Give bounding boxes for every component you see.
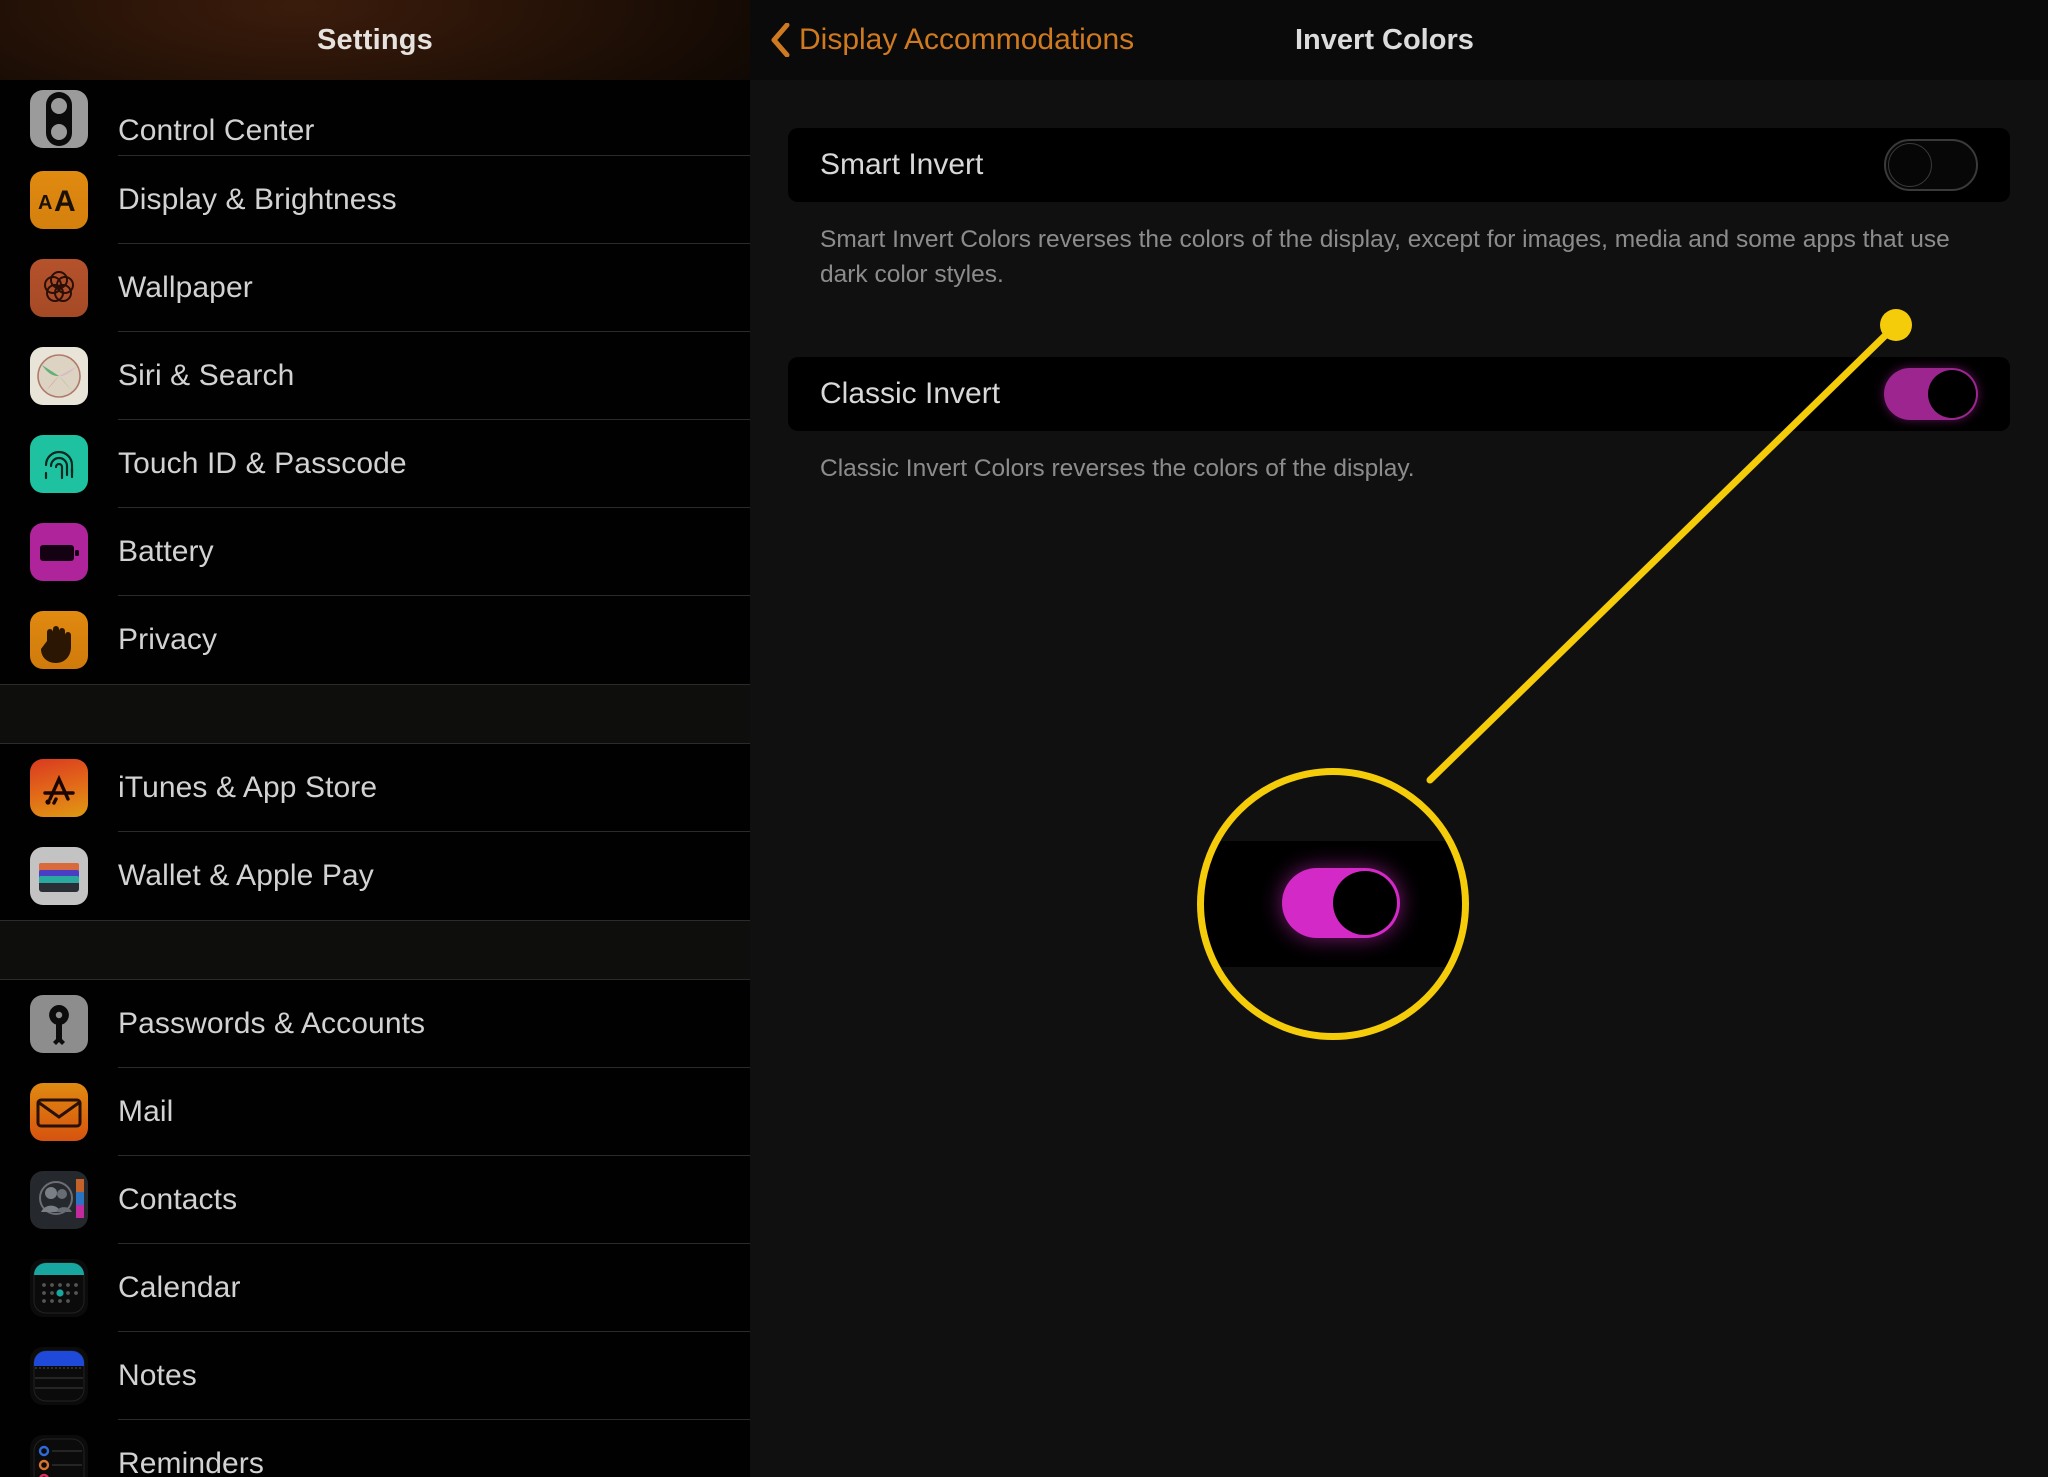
- battery-icon: [30, 523, 88, 581]
- sidebar-item-label: Wallpaper: [118, 271, 253, 304]
- contacts-icon: [30, 1171, 88, 1229]
- sidebar-item-notes[interactable]: Notes: [0, 1332, 750, 1420]
- sidebar-item-label: Display & Brightness: [118, 183, 397, 216]
- sidebar-item-privacy[interactable]: Privacy: [0, 596, 750, 684]
- sidebar-item-siri-search[interactable]: Siri & Search: [0, 332, 750, 420]
- classic-invert-description: Classic Invert Colors reverses the color…: [820, 455, 1415, 482]
- sidebar-item-itunes-app-store[interactable]: iTunes & App Store: [0, 744, 750, 832]
- calendar-icon: [30, 1259, 88, 1317]
- toggle-knob: [1928, 370, 1976, 418]
- siri-search-icon: [30, 347, 88, 405]
- sidebar-item-label: iTunes & App Store: [118, 771, 378, 804]
- notes-icon: [30, 1347, 88, 1405]
- app-store-icon: [30, 759, 88, 817]
- classic-invert-label: Classic Invert: [820, 377, 1001, 410]
- sidebar-item-battery[interactable]: Battery: [0, 508, 750, 596]
- ipad-settings-screen: Settings Display Accommodations Invert C…: [0, 0, 2048, 1477]
- chevron-left-icon: [770, 23, 790, 57]
- smart-invert-description: Smart Invert Colors reverses the colors …: [820, 226, 1950, 288]
- touch-id-icon: [30, 435, 88, 493]
- sidebar-item-calendar[interactable]: Calendar: [0, 1244, 750, 1332]
- back-button[interactable]: Display Accommodations: [770, 0, 1134, 80]
- navigation-bar: Settings Display Accommodations Invert C…: [0, 0, 2048, 80]
- page-title-settings: Settings: [317, 23, 433, 56]
- sidebar-item-label: Control Center: [118, 114, 315, 147]
- sidebar-item-label: Battery: [118, 535, 214, 568]
- mail-icon: [30, 1083, 88, 1141]
- sidebar-item-label: Notes: [118, 1359, 197, 1392]
- sidebar-item-label: Calendar: [118, 1271, 241, 1304]
- sidebar-item-wallpaper[interactable]: Wallpaper: [0, 244, 750, 332]
- sidebar-item-contacts[interactable]: Contacts: [0, 1156, 750, 1244]
- control-center-icon: [30, 90, 88, 148]
- sidebar-item-label: Privacy: [118, 623, 218, 656]
- sidebar-item-passwords-accounts[interactable]: Passwords & Accounts: [0, 980, 750, 1068]
- sidebar-item-label: Reminders: [118, 1447, 264, 1477]
- sidebar-item-label: Mail: [118, 1095, 174, 1128]
- sidebar-item-display-brightness[interactable]: AA Display & Brightness: [0, 156, 750, 244]
- toggle-knob: [1888, 143, 1932, 187]
- settings-sidebar[interactable]: Control Center AA Display & Brightness W…: [0, 80, 750, 1477]
- wallpaper-icon: [30, 259, 88, 317]
- sidebar-item-label: Touch ID & Passcode: [118, 447, 407, 480]
- classic-invert-toggle[interactable]: [1884, 368, 1978, 420]
- smart-invert-row[interactable]: Smart Invert: [788, 128, 2010, 202]
- wallet-icon: [30, 847, 88, 905]
- sidebar-group-gap: [0, 684, 750, 744]
- classic-invert-card: Classic Invert: [788, 357, 2010, 431]
- sidebar-item-wallet-apple-pay[interactable]: Wallet & Apple Pay: [0, 832, 750, 920]
- sidebar-item-control-center[interactable]: Control Center: [0, 80, 750, 156]
- sidebar-item-touch-id[interactable]: Touch ID & Passcode: [0, 420, 750, 508]
- svg-text:A: A: [38, 192, 52, 214]
- privacy-icon: [30, 611, 88, 669]
- smart-invert-label: Smart Invert: [820, 148, 984, 181]
- smart-invert-toggle[interactable]: [1884, 139, 1978, 191]
- smart-invert-card: Smart Invert: [788, 128, 2010, 202]
- invert-colors-panel: Smart Invert Smart Invert Colors reverse…: [750, 80, 2048, 1477]
- sidebar-item-reminders[interactable]: Reminders: [0, 1420, 750, 1477]
- reminders-icon: [30, 1435, 88, 1477]
- sidebar-item-label: Contacts: [118, 1183, 238, 1216]
- sidebar-item-mail[interactable]: Mail: [0, 1068, 750, 1156]
- svg-text:A: A: [54, 185, 76, 218]
- sidebar-item-label: Siri & Search: [118, 359, 295, 392]
- sidebar-item-label: Passwords & Accounts: [118, 1007, 426, 1040]
- display-brightness-icon: AA: [30, 171, 88, 229]
- sidebar-item-label: Wallet & Apple Pay: [118, 859, 374, 892]
- sidebar-group-gap: [0, 920, 750, 980]
- page-title: Invert Colors: [1295, 23, 1474, 56]
- key-icon: [30, 995, 88, 1053]
- classic-invert-row[interactable]: Classic Invert: [788, 357, 2010, 431]
- back-button-label: Display Accommodations: [799, 23, 1135, 56]
